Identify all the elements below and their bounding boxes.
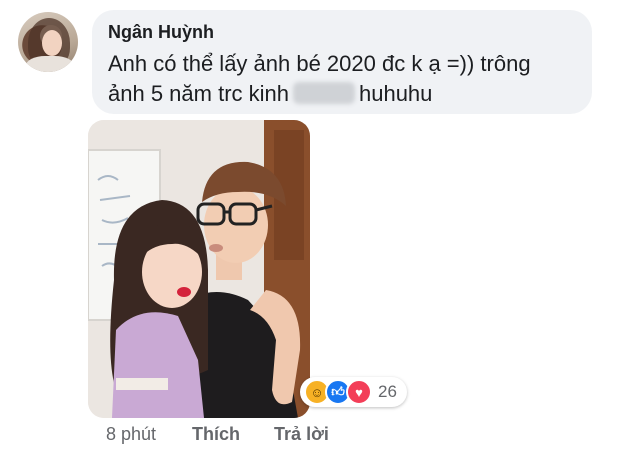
avatar-face — [42, 30, 62, 56]
comment-line-2-start: ảnh 5 năm trc kinh — [108, 81, 289, 106]
comment-timestamp[interactable]: 8 phút — [106, 424, 156, 445]
comment-line-2-end: huhuhu — [358, 81, 433, 106]
love-icon: ♥ — [346, 379, 372, 405]
reactions-summary[interactable]: ☺ 👍︎ ♥ 26 — [300, 377, 407, 407]
reaction-count: 26 — [378, 382, 397, 401]
avatar-shirt — [26, 56, 74, 72]
reply-button[interactable]: Trả lời — [274, 424, 329, 445]
comment-author[interactable]: Ngân Huỳnh — [108, 22, 576, 43]
blurred-word — [292, 82, 355, 104]
comment-actions: 8 phút Thích Trả lời — [106, 424, 363, 445]
comment-line-1: Anh có thể lấy ảnh bé 2020 đc k ạ =)) tr… — [108, 51, 531, 76]
comment-photo[interactable] — [88, 120, 310, 418]
comment-line-2: ảnh 5 năm trc kinh huhuhu — [108, 79, 576, 109]
comment-bubble: Ngân Huỳnh Anh có thể lấy ảnh bé 2020 đc… — [92, 10, 592, 114]
like-button[interactable]: Thích — [192, 424, 240, 445]
commenter-avatar[interactable] — [18, 12, 78, 72]
photo-image — [88, 120, 310, 418]
comment-text: Anh có thể lấy ảnh bé 2020 đc k ạ =)) tr… — [108, 49, 576, 109]
